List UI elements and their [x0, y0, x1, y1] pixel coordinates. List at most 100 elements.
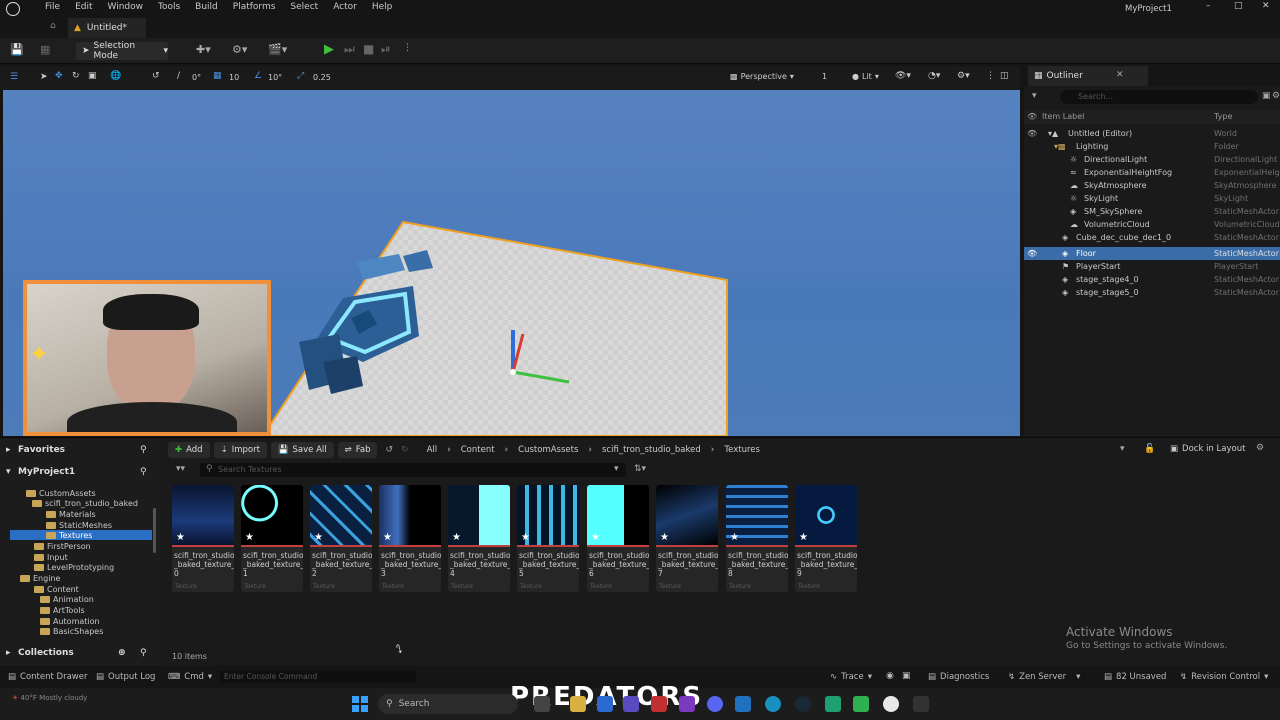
folder-scifi[interactable]: scifi_tron_studio_baked	[32, 498, 138, 508]
minimize-icon[interactable]: –	[1206, 1, 1211, 11]
home-icon[interactable]: ⌂	[50, 21, 56, 31]
asset-texture-1[interactable]: ★ scifi_tron_studio _baked_texture_ 1 Te…	[241, 485, 303, 592]
menu-help[interactable]: Help	[372, 2, 393, 12]
save-all-button[interactable]: 💾 Save All	[270, 442, 334, 458]
favorites-header[interactable]: ▸ Favorites ⚲	[0, 440, 160, 460]
breadcrumb-content[interactable]: Content	[461, 445, 495, 455]
outliner-row-stage4[interactable]: ◈ stage_stage4_0 StaticMeshActor	[1024, 273, 1280, 286]
content-drawer-button[interactable]: ▤ Content Drawer	[8, 668, 87, 686]
blueprint-icon[interactable]: ⚙▾	[232, 43, 247, 56]
unsaved-button[interactable]: ▤ 82 Unsaved	[1104, 668, 1166, 686]
filter-icon[interactable]: ▾▾	[176, 464, 185, 474]
stop-icon[interactable]: ■	[363, 42, 374, 56]
breadcrumb-customassets[interactable]: CustomAssets	[518, 445, 578, 455]
outliner-search-input[interactable]: Search...	[1060, 90, 1258, 104]
folder-basicshapes[interactable]: BasicShapes	[40, 626, 103, 636]
perspective-dropdown[interactable]: ▩ Perspective ▾	[730, 72, 794, 81]
menu-edit[interactable]: Edit	[75, 2, 92, 12]
app-icon-store[interactable]	[597, 696, 613, 712]
unreal-logo-icon[interactable]	[6, 2, 20, 16]
fab-button[interactable]: ⇌ Fab	[337, 442, 378, 458]
menu-platforms[interactable]: Platforms	[233, 2, 276, 12]
taskbar-search[interactable]: ⚲ Search	[378, 694, 518, 714]
app-icon-black[interactable]	[913, 696, 929, 712]
console-input[interactable]: Enter Console Command	[220, 671, 416, 683]
search-icon[interactable]: ⚲	[140, 445, 147, 455]
outliner-row-world[interactable]: 👁 ▾▲ Untitled (Editor) World	[1024, 127, 1280, 140]
grid-snap-icon[interactable]: ▦	[213, 71, 222, 81]
surface-snap-icon[interactable]: ↺	[152, 71, 160, 81]
app-icon-green[interactable]	[825, 696, 841, 712]
windows-start-icon[interactable]	[352, 696, 368, 712]
folder-animation[interactable]: Animation	[40, 594, 94, 604]
sort-icon[interactable]: ⇅▾	[634, 464, 646, 474]
project-header[interactable]: ▾ MyProject1 ⚲	[0, 462, 160, 482]
scale-snap-value[interactable]: 0.25	[313, 73, 331, 82]
move-tool-icon[interactable]: ✥	[55, 71, 63, 81]
unreal-engine-icon[interactable]	[883, 696, 899, 712]
folder-customassets[interactable]: CustomAssets	[26, 488, 96, 498]
zen-server-dropdown[interactable]: ↯ Zen Server ▾	[1008, 668, 1080, 686]
folder-content[interactable]: Content	[34, 584, 79, 594]
grid-snap-value[interactable]: 10	[229, 73, 239, 82]
app-icon-teams[interactable]	[623, 696, 639, 712]
scale-snap-icon[interactable]: ⤢	[297, 71, 304, 81]
tab-untitled[interactable]: ▲ Untitled*	[68, 18, 146, 38]
history-forward-icon[interactable]: ↻	[401, 445, 409, 455]
filter-icon[interactable]: ▾	[1032, 91, 1037, 101]
record-icon[interactable]: ◉	[886, 671, 894, 681]
search-icon[interactable]: ⚲	[140, 467, 147, 477]
steam-icon[interactable]	[795, 696, 811, 712]
lit-dropdown[interactable]: ● Lit ▾	[852, 72, 879, 81]
add-actor-icon[interactable]: ✚▾	[196, 43, 211, 56]
output-log-button[interactable]: ▤ Output Log	[96, 668, 155, 686]
outliner-row-playerstart[interactable]: ⚑ PlayerStart PlayerStart	[1024, 260, 1280, 273]
cinematics-icon[interactable]: 🎬▾	[268, 43, 287, 56]
path-dropdown-icon[interactable]: ▾	[1120, 444, 1125, 454]
outliner-settings-icon[interactable]: ⚙	[1272, 91, 1280, 101]
app-icon-teal[interactable]	[853, 696, 869, 712]
dock-in-layout-button[interactable]: ▣ Dock in Layout	[1170, 444, 1245, 454]
menu-file[interactable]: File	[45, 2, 60, 12]
collections-header[interactable]: ▸ Collections ⊕ ⚲	[0, 643, 160, 663]
search-icon[interactable]: ⚲	[140, 648, 147, 658]
app-icon-mail[interactable]	[735, 696, 751, 712]
edge-icon[interactable]	[765, 696, 781, 712]
folder-textures[interactable]: Textures	[10, 530, 152, 540]
browser-settings-icon[interactable]: ⚙	[1256, 443, 1264, 453]
selection-mode-dropdown[interactable]: ➤ Selection Mode ▾	[76, 41, 168, 61]
menu-actor[interactable]: Actor	[333, 2, 357, 12]
eject-icon[interactable]: ⏯	[381, 42, 391, 57]
asset-texture-0[interactable]: ★ scifi_tron_studio _baked_texture_ 0 Te…	[172, 485, 234, 592]
screenshot-icon[interactable]: ▣	[902, 671, 911, 681]
save-icon[interactable]: 💾	[10, 43, 24, 56]
folder-materials[interactable]: Materials	[46, 509, 96, 519]
breadcrumb-textures[interactable]: Textures	[724, 445, 760, 455]
search-dropdown-icon[interactable]: ▾	[614, 464, 619, 474]
asset-texture-3[interactable]: ★ scifi_tron_studio _baked_texture_ 3 Te…	[379, 485, 441, 592]
outliner-row-volumetriccloud[interactable]: ☁ VolumetricCloud VolumetricCloud	[1024, 218, 1280, 231]
menu-window[interactable]: Window	[108, 2, 144, 12]
layout-icon[interactable]: ◫	[1000, 71, 1009, 81]
more-options-icon[interactable]: ⋮	[403, 43, 412, 53]
rotate-tool-icon[interactable]: ↻	[72, 71, 80, 81]
app-icon-purple[interactable]	[679, 696, 695, 712]
breadcrumb-all[interactable]: All	[427, 445, 438, 455]
add-folder-icon[interactable]: ▣	[1262, 91, 1271, 101]
outliner-row-skyatmosphere[interactable]: ☁ SkyAtmosphere SkyAtmosphere	[1024, 179, 1280, 192]
folder-arttools[interactable]: ArtTools	[40, 605, 85, 615]
col-type[interactable]: Type	[1214, 112, 1232, 121]
folder-automation[interactable]: Automation	[40, 616, 100, 626]
history-back-icon[interactable]: ↺	[385, 445, 393, 455]
sources-scrollbar[interactable]	[153, 508, 156, 553]
scale-tool-icon[interactable]: ▣	[88, 71, 97, 81]
select-tool-icon[interactable]: ➤	[40, 72, 48, 82]
play-step-icon[interactable]: ⏭	[344, 42, 355, 57]
add-collection-icon[interactable]: ⊕	[118, 648, 126, 658]
play-button[interactable]: ▶	[324, 42, 334, 57]
cmd-dropdown[interactable]: ⌨ Cmd ▾	[168, 668, 212, 686]
viewport-menu-icon[interactable]: ☰	[10, 72, 18, 82]
eye-icon[interactable]: 👁	[1027, 249, 1037, 258]
rotation-snap-value[interactable]: 0°	[192, 73, 201, 82]
folder-firstperson[interactable]: FirstPerson	[34, 541, 91, 551]
